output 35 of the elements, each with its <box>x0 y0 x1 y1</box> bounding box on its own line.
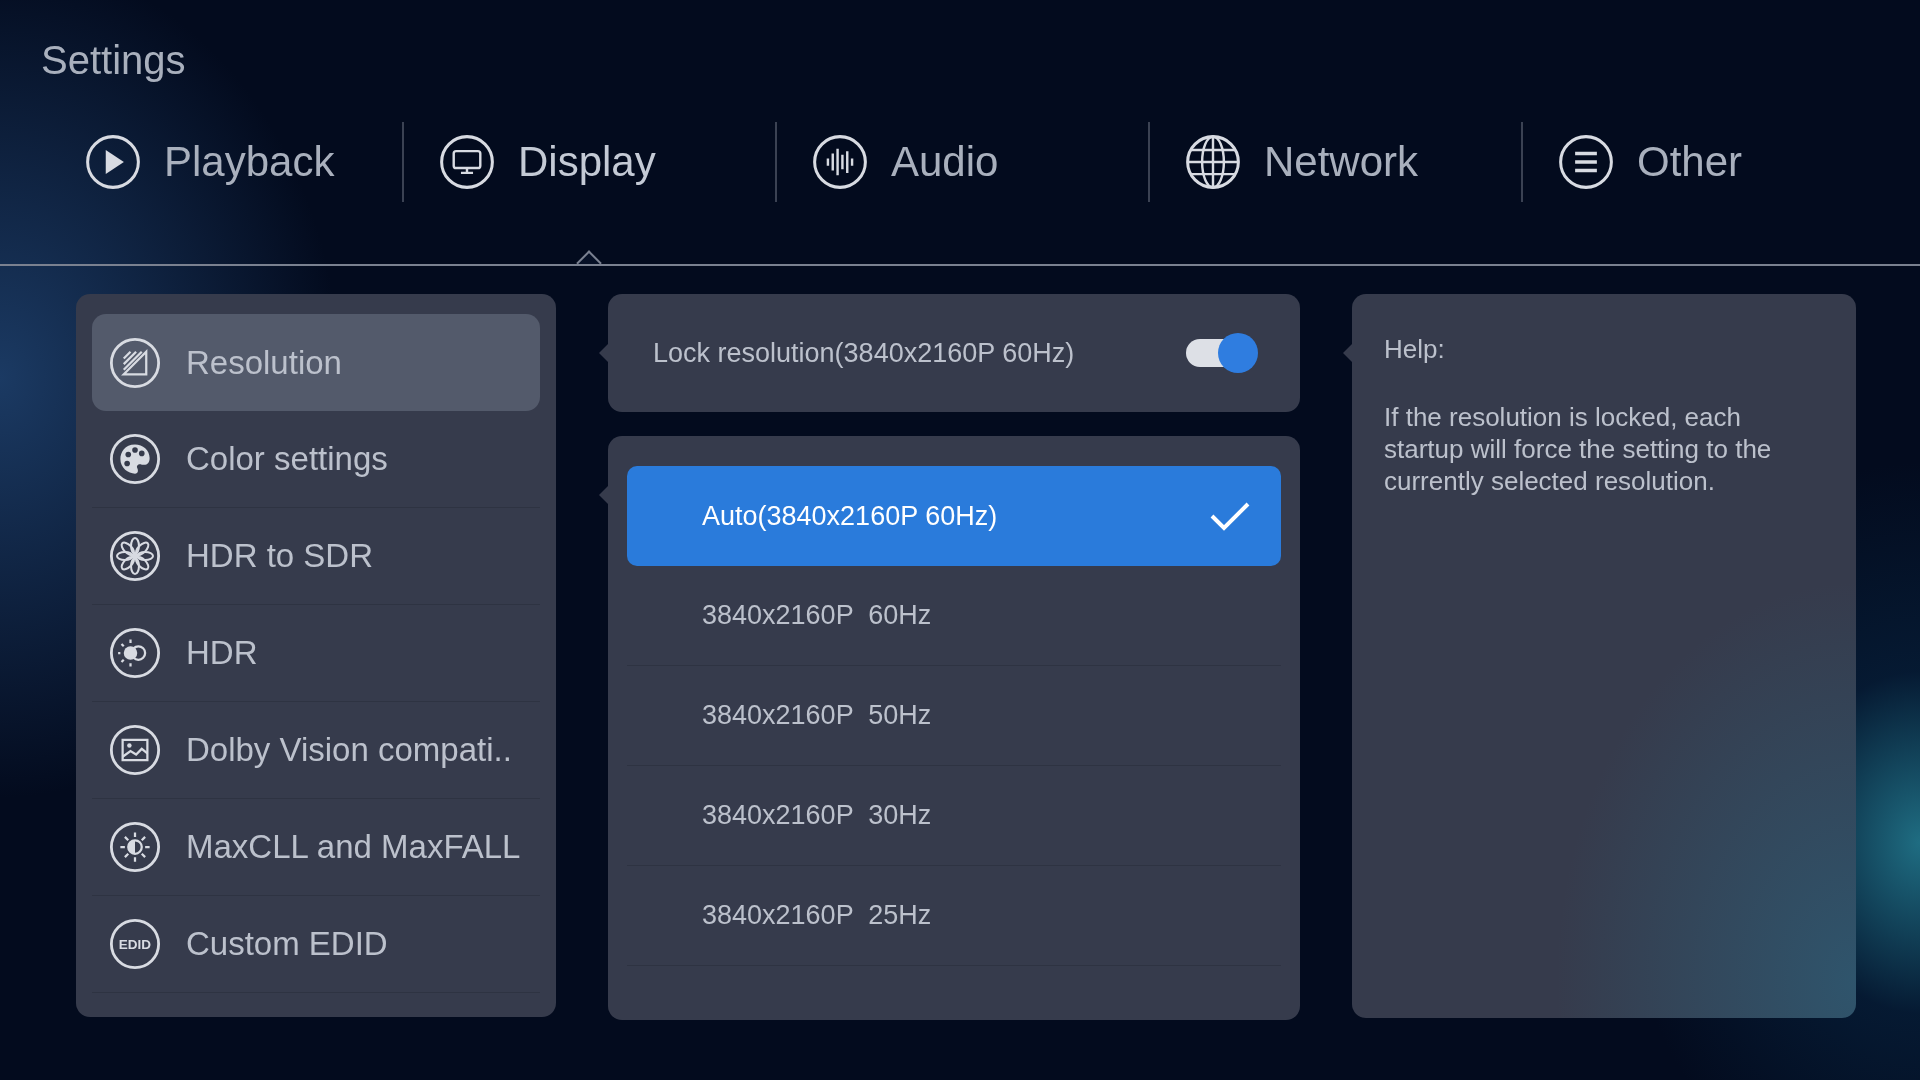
menu-icon <box>1557 133 1615 191</box>
play-icon <box>84 133 142 191</box>
tab[interactable]: Network <box>1148 122 1521 202</box>
monitor-icon <box>438 133 496 191</box>
brightness-icon <box>108 820 162 874</box>
tab[interactable]: Other <box>1521 122 1894 202</box>
tab[interactable]: Audio <box>775 122 1148 202</box>
resolution-option[interactable]: Auto(3840x2160P 60Hz) <box>627 466 1281 566</box>
resolution-option[interactable]: 3840x2160P 30Hz <box>627 766 1281 866</box>
sidebar-item[interactable]: HDR to SDR <box>92 508 540 605</box>
globe-icon <box>1184 133 1242 191</box>
tab[interactable]: Display <box>402 122 775 202</box>
flower-icon <box>108 529 162 583</box>
resolution-icon <box>108 335 162 390</box>
toggle-switch[interactable] <box>1184 333 1258 373</box>
help-title: Help: <box>1384 334 1446 365</box>
sidebar-item[interactable]: HDR <box>92 605 540 702</box>
sidebar-item[interactable]: Resolution <box>92 314 540 411</box>
sun-icon <box>108 626 162 680</box>
sidebar-item[interactable]: MaxCLL and MaxFALL <box>92 799 540 896</box>
lock-label: Lock resolution(3840x2160P 60Hz) <box>653 337 1075 369</box>
audio-wave-icon <box>811 133 869 191</box>
resolution-option[interactable]: 3840x2160P 60Hz <box>627 566 1281 666</box>
check-icon <box>1209 500 1251 532</box>
resolution-option[interactable]: 3840x2160P 50Hz <box>627 666 1281 766</box>
sidebar-item[interactable]: Dolby Vision compati.. <box>92 702 540 799</box>
sidebar-item[interactable]: Color settings <box>92 411 540 508</box>
palette-icon <box>108 432 162 486</box>
page-title: Settings <box>40 37 187 84</box>
sidebar-item[interactable]: EDID Custom EDID <box>92 896 540 993</box>
tab[interactable]: Playback <box>0 122 402 202</box>
edid-icon: EDID <box>108 917 162 971</box>
help-text: If the resolution is locked, each startup will force the setting to the currently selected resolution. <box>1384 401 1773 497</box>
resolution-option[interactable]: 3840x2160P 25Hz <box>627 866 1281 966</box>
image-icon <box>108 723 162 777</box>
